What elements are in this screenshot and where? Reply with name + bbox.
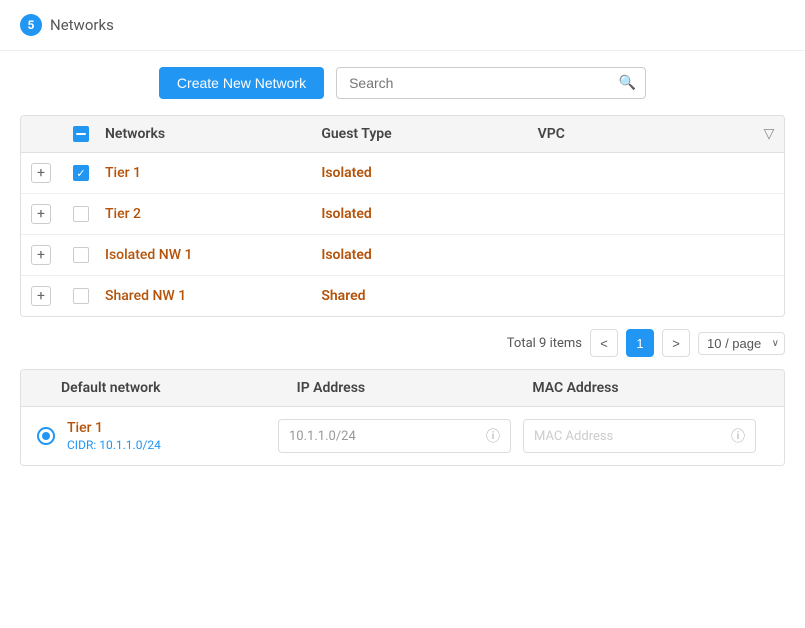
row-name-4: Shared NW 1 [101, 288, 321, 304]
row-expand-4[interactable]: + [21, 286, 61, 306]
detail-header-row: Default network IP Address MAC Address [21, 370, 784, 407]
expand-button-2[interactable]: + [31, 204, 51, 224]
row-checkbox-2[interactable] [73, 206, 89, 222]
row-guest-4: Shared [321, 288, 537, 304]
page-size-select[interactable]: 10 / page 20 / page 50 / page [698, 332, 785, 355]
pagination-next-button[interactable]: > [662, 329, 690, 357]
col-networks-header: Networks [101, 126, 321, 142]
row-check-2[interactable] [61, 206, 101, 222]
mac-address-input[interactable]: MAC Address ⓘ [523, 419, 756, 453]
detail-network-name: Tier 1 [67, 420, 278, 436]
pagination-row: Total 9 items < 1 > 10 / page 20 / page … [0, 317, 805, 369]
row-expand-3[interactable]: + [21, 245, 61, 265]
row-guest-2: Isolated [321, 206, 537, 222]
table-row: + Shared NW 1 Shared [21, 276, 784, 316]
nav-badge: 5 [20, 14, 42, 36]
ip-address-input[interactable]: 10.1.1.0/24 ⓘ [278, 419, 511, 453]
row-guest-3: Isolated [321, 247, 537, 263]
row-check-1[interactable] [61, 165, 101, 181]
row-checkbox-1[interactable] [73, 165, 89, 181]
row-expand-2[interactable]: + [21, 204, 61, 224]
detail-network-cidr: CIDR: 10.1.1.0/24 [67, 438, 278, 452]
detail-col-ip-header: IP Address [297, 380, 533, 396]
page-container: 5 Networks Create New Network 🔍 Networks… [0, 0, 805, 628]
row-check-3[interactable] [61, 247, 101, 263]
mac-info-icon: ⓘ [731, 426, 745, 446]
header-checkbox[interactable] [73, 126, 89, 142]
detail-radio-button[interactable] [37, 427, 55, 445]
table-row: + Isolated NW 1 Isolated [21, 235, 784, 276]
search-input[interactable] [336, 67, 646, 99]
check-col-header [61, 126, 101, 142]
detail-data-row: Tier 1 CIDR: 10.1.1.0/24 10.1.1.0/24 ⓘ M… [21, 407, 784, 465]
expand-button-1[interactable]: + [31, 163, 51, 183]
filter-icon: ▽ [764, 126, 775, 142]
pagination-total: Total 9 items [507, 336, 582, 351]
page-header: 5 Networks [0, 0, 805, 51]
pagination-prev-button[interactable]: < [590, 329, 618, 357]
detail-network-info: Tier 1 CIDR: 10.1.1.0/24 [67, 420, 278, 452]
detail-panel: Default network IP Address MAC Address T… [20, 369, 785, 466]
search-wrapper: 🔍 [336, 67, 646, 99]
expand-button-3[interactable]: + [31, 245, 51, 265]
ip-address-value: 10.1.1.0/24 [289, 429, 356, 444]
page-size-wrapper: 10 / page 20 / page 50 / page [698, 332, 785, 355]
expand-button-4[interactable]: + [31, 286, 51, 306]
toolbar: Create New Network 🔍 [0, 51, 805, 115]
row-guest-1: Isolated [321, 165, 537, 181]
create-network-button[interactable]: Create New Network [159, 67, 324, 99]
mac-address-placeholder: MAC Address [534, 429, 613, 444]
search-icon: 🔍 [619, 75, 636, 91]
table-row: + Tier 2 Isolated [21, 194, 784, 235]
networks-table: Networks Guest Type VPC ▽ + Tier 1 Isola… [20, 115, 785, 317]
row-expand-1[interactable]: + [21, 163, 61, 183]
row-name-3: Isolated NW 1 [101, 247, 321, 263]
ip-info-icon: ⓘ [486, 426, 500, 446]
row-name-1: Tier 1 [101, 165, 321, 181]
page-title: Networks [50, 16, 114, 34]
row-name-2: Tier 2 [101, 206, 321, 222]
pagination-page-1-button[interactable]: 1 [626, 329, 654, 357]
row-checkbox-3[interactable] [73, 247, 89, 263]
col-guest-header: Guest Type [321, 126, 537, 142]
row-check-4[interactable] [61, 288, 101, 304]
detail-col-default-header: Default network [37, 380, 297, 396]
row-checkbox-4[interactable] [73, 288, 89, 304]
detail-col-mac-header: MAC Address [532, 380, 768, 396]
col-vpc-header: VPC [538, 126, 754, 142]
table-header-row: Networks Guest Type VPC ▽ [21, 116, 784, 153]
table-row: + Tier 1 Isolated [21, 153, 784, 194]
filter-col-header[interactable]: ▽ [754, 126, 784, 142]
